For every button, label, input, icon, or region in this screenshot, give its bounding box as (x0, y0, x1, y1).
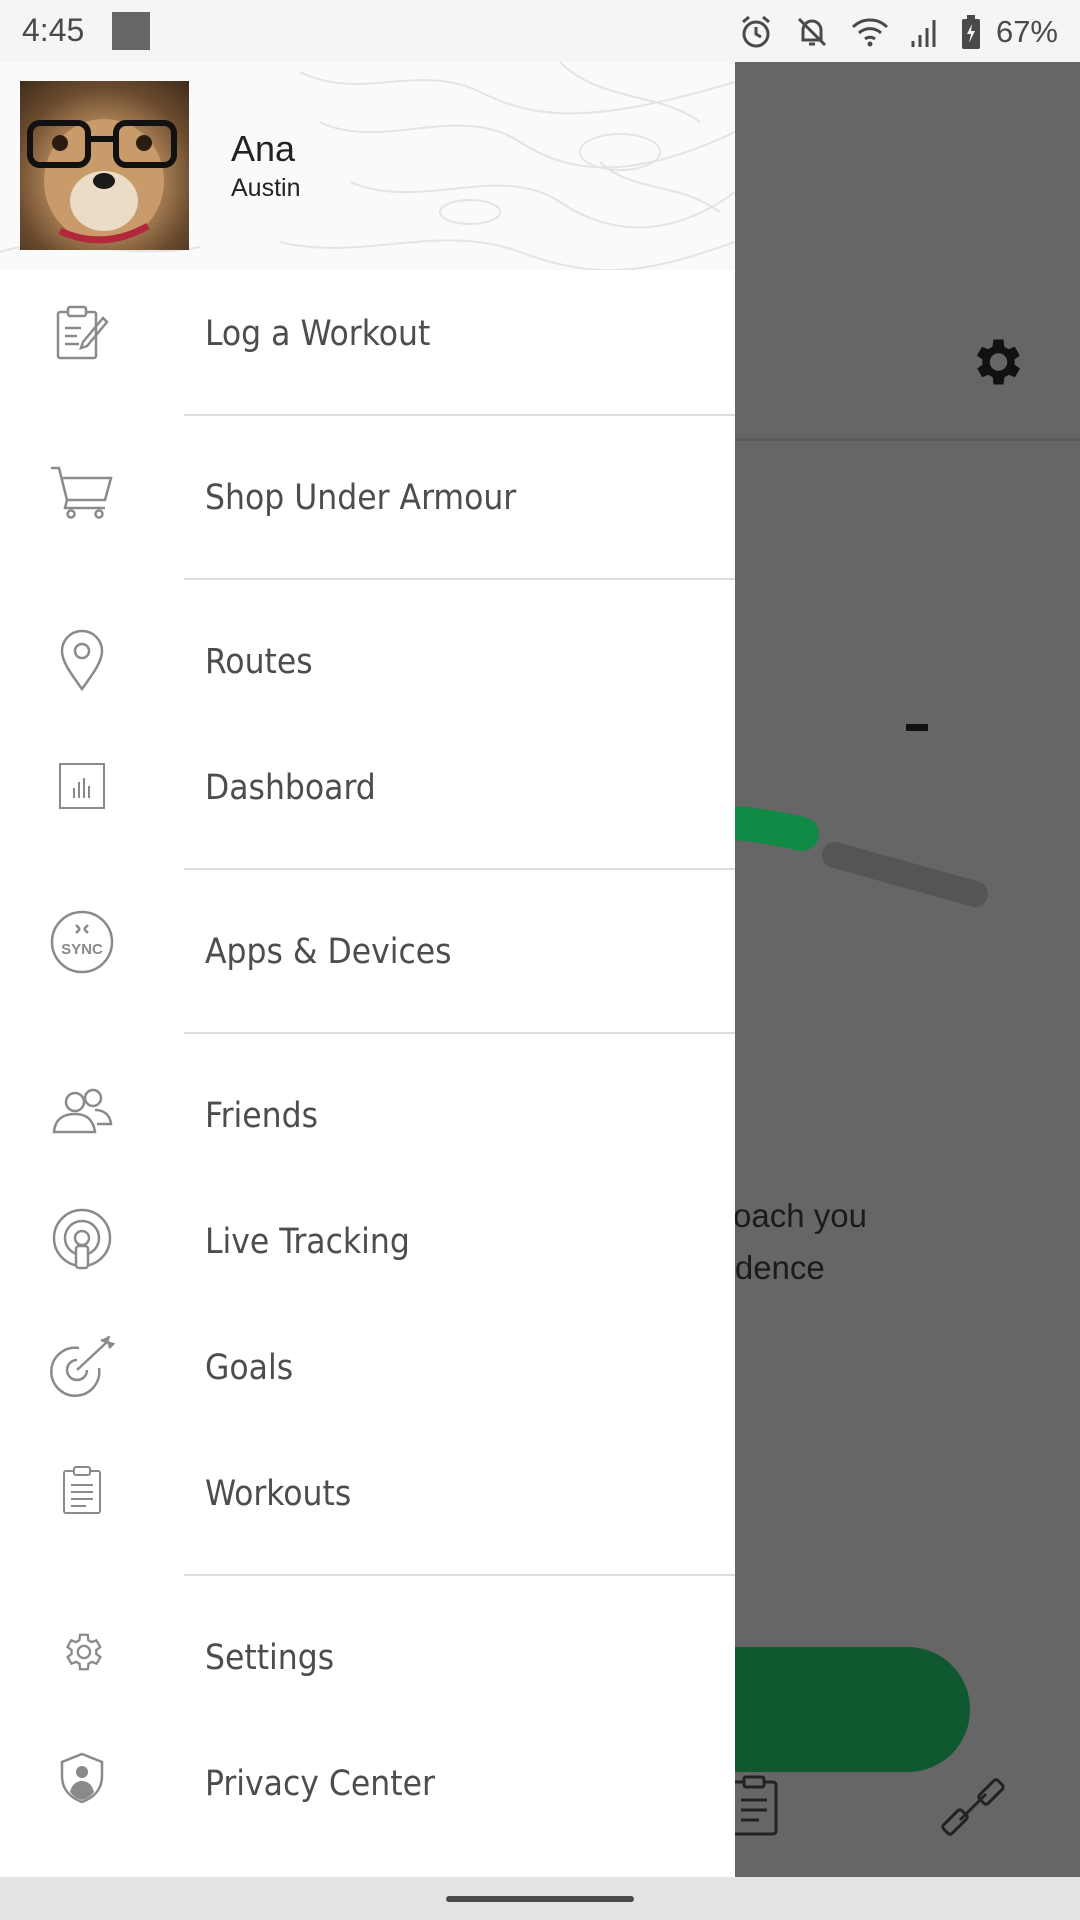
drawer-profile-header[interactable]: Ana Austin (0, 62, 735, 270)
menu-divider (184, 868, 735, 870)
friends-icon (40, 1070, 124, 1154)
menu-label: Routes (205, 642, 313, 682)
navigation-drawer: Ana Austin Log a Workout Shop Under Armo… (0, 62, 735, 1877)
menu-divider (184, 1032, 735, 1034)
background-clipboard-icon (730, 1775, 778, 1836)
menu-item-workouts[interactable]: Workouts (0, 1430, 735, 1556)
menu-label: Log a Workout (205, 314, 431, 354)
alarm-icon (741, 15, 770, 48)
live-tracking-icon (40, 1198, 124, 1282)
status-icons: 67% (738, 10, 1058, 54)
status-bar: 4:45 67% (0, 0, 1080, 62)
log-workout-icon (40, 291, 124, 375)
bell-off-icon (797, 17, 827, 47)
menu-item-shop-under-armour[interactable]: Shop Under Armour (0, 434, 735, 560)
cart-icon (40, 450, 124, 534)
location-pin-icon (40, 618, 124, 702)
background-dumbbell-icon (941, 1778, 1005, 1836)
menu-item-log-a-workout[interactable]: Log a Workout (0, 270, 735, 396)
menu-label: Apps & Devices (205, 932, 452, 972)
menu-item-apps-devices[interactable]: SYNC Apps & Devices (0, 888, 735, 1014)
workouts-clipboard-icon (40, 1448, 124, 1532)
background-gear-icon (977, 339, 1020, 385)
menu-label: Dashboard (205, 768, 376, 808)
profile-name: Ana (231, 128, 296, 169)
menu-divider (184, 414, 735, 416)
signal-icon (911, 20, 936, 47)
home-gesture-handle[interactable] (446, 1896, 634, 1902)
system-navigation-bar (0, 1877, 1080, 1920)
menu-label: Workouts (205, 1474, 352, 1514)
background-cadence-gauge (720, 805, 988, 907)
menu-item-goals[interactable]: Goals (0, 1304, 735, 1430)
avatar-dog-with-glasses (27, 119, 177, 244)
menu-item-live-tracking[interactable]: Live Tracking (0, 1178, 735, 1304)
status-time: 4:45 (22, 12, 85, 48)
svg-text:SYNC: SYNC (61, 941, 103, 958)
battery-percentage: 67% (995, 14, 1058, 49)
background-header-divider (734, 438, 1080, 441)
menu-item-settings[interactable]: Settings (0, 1594, 735, 1720)
background-value-dash (906, 724, 928, 731)
menu-item-routes[interactable]: Routes (0, 598, 735, 724)
menu-divider (184, 578, 735, 580)
gear-icon (40, 1610, 124, 1694)
avatar[interactable] (20, 81, 189, 250)
menu-label: Goals (205, 1348, 294, 1388)
menu-divider (184, 1574, 735, 1576)
profile-city: Austin (231, 174, 301, 202)
menu-label: Privacy Center (205, 1764, 435, 1804)
menu-item-privacy-center[interactable]: Privacy Center (0, 1720, 735, 1846)
wifi-icon (851, 18, 889, 47)
goals-target-icon (40, 1324, 124, 1408)
sync-icon: SYNC (40, 900, 124, 984)
menu-item-dashboard[interactable]: Dashboard (0, 724, 735, 850)
menu-label: Settings (205, 1638, 335, 1678)
privacy-shield-icon (40, 1736, 124, 1820)
menu-label: Live Tracking (205, 1222, 410, 1262)
battery-icon (961, 15, 980, 49)
menu-item-friends[interactable]: Friends (0, 1052, 735, 1178)
notification-app-icon (112, 12, 150, 50)
menu-label: Friends (205, 1096, 318, 1136)
menu-label: Shop Under Armour (205, 478, 517, 518)
dashboard-chart-icon (40, 744, 124, 828)
